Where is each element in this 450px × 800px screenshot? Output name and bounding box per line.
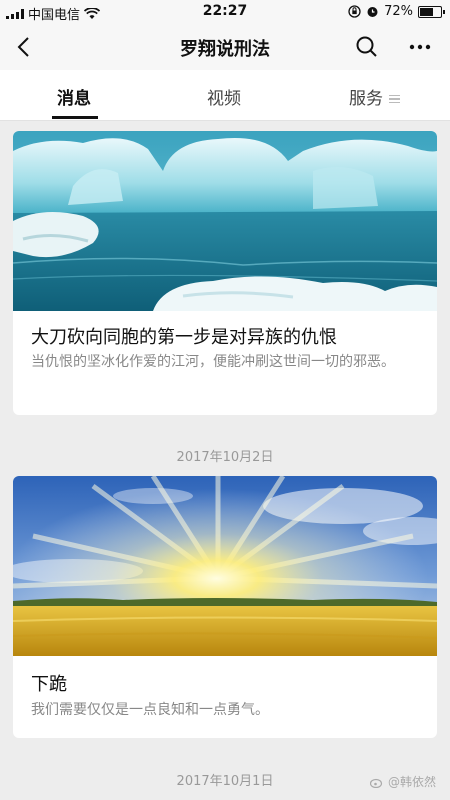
- status-right: 72%: [348, 4, 445, 19]
- weibo-logo-icon: [369, 778, 383, 788]
- menu-icon: [389, 93, 400, 106]
- active-tab-indicator: [52, 116, 98, 119]
- battery-icon: [418, 5, 445, 18]
- article-description: 我们需要仅仅是一点良知和一点勇气。: [31, 702, 269, 718]
- article-title: 大刀砍向同胞的第一步是对异族的仇恨: [31, 327, 337, 348]
- tab-messages[interactable]: 消息: [57, 84, 91, 109]
- tab-videos[interactable]: 视频: [207, 84, 241, 109]
- article-description: 当仇恨的坚冰化作爱的江河，便能冲刷这世间一切的邪恶。: [31, 354, 395, 370]
- tab-services-label: 服务: [349, 89, 383, 109]
- orientation-lock-icon: [348, 5, 361, 18]
- watermark-text: @韩依然: [387, 775, 436, 789]
- battery-percent: 72%: [384, 4, 413, 19]
- article-card[interactable]: 大刀砍向同胞的第一步是对异族的仇恨 当仇恨的坚冰化作爱的江河，便能冲刷这世间一切…: [13, 131, 437, 415]
- watermark: @韩依然: [369, 773, 436, 790]
- iceberg-photo: [13, 131, 437, 311]
- search-icon[interactable]: [352, 32, 382, 62]
- more-icon[interactable]: [403, 32, 437, 62]
- date-label: 2017年10月2日: [176, 450, 274, 465]
- page-title: 罗翔说刑法: [180, 39, 270, 60]
- battery-fill: [420, 7, 433, 16]
- status-bar: 中国电信 22:27 72%: [0, 0, 450, 24]
- tab-bar: 消息 视频 服务: [0, 70, 450, 121]
- tab-services[interactable]: 服务: [349, 84, 400, 109]
- article-card[interactable]: 下跪 我们需要仅仅是一点良知和一点勇气。: [13, 476, 437, 738]
- article-title: 下跪: [31, 674, 67, 695]
- nav-bar: 罗翔说刑法: [0, 24, 450, 70]
- sunrise-field-photo: [13, 476, 437, 656]
- alarm-icon: [367, 7, 378, 17]
